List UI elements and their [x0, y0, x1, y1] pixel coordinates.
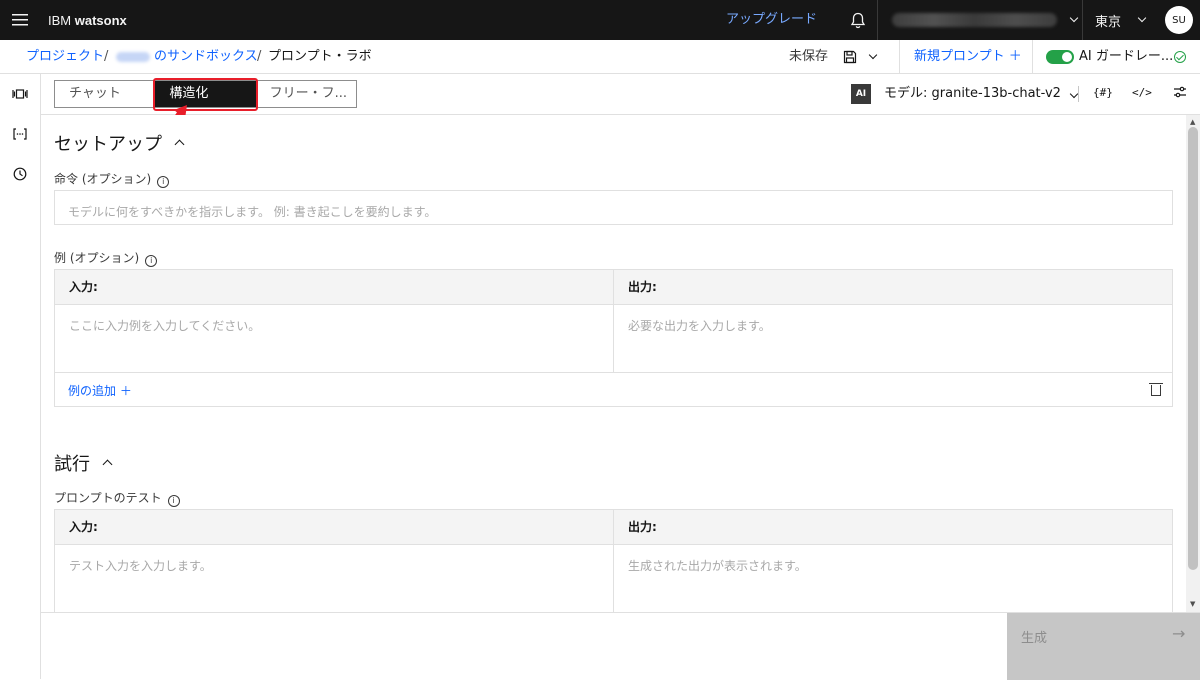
info-icon[interactable]: i	[157, 176, 170, 188]
info-icon[interactable]: i	[145, 255, 158, 267]
divider	[1078, 86, 1079, 102]
left-rail	[0, 74, 41, 679]
table-row: ここに入力例を入力してください。 必要な出力を入力します。	[55, 305, 1172, 373]
breadcrumb-current: プロンプト・ラボ	[268, 49, 372, 64]
brand-product: watsonx	[74, 12, 127, 28]
prompt-variables-icon[interactable]: {#}	[1093, 86, 1113, 99]
vertical-scrollbar[interactable]: ▲ ▼	[1186, 115, 1200, 612]
avatar[interactable]: SU	[1165, 6, 1193, 34]
chevron-down-icon	[1069, 13, 1079, 23]
top-navigation-bar: IBM watsonx アップグレード 東京 SU	[0, 0, 1200, 40]
info-icon[interactable]: i	[167, 495, 180, 507]
save-icon[interactable]	[843, 50, 857, 68]
test-label: プロンプトのテスト	[54, 491, 162, 505]
table-row: テスト入力を入力します。 生成された出力が表示されます。	[55, 545, 1172, 612]
instruction-label: 命令 (オプション)	[54, 172, 152, 186]
trash-icon[interactable]	[1149, 383, 1163, 396]
breadcrumb-sandbox-label: のサンドボックス	[154, 49, 258, 64]
account-switcher[interactable]	[877, 0, 1082, 40]
chevron-up-icon	[174, 139, 185, 149]
generate-button[interactable]: 生成 →	[1007, 613, 1200, 680]
input-column-header: 入力:	[69, 520, 98, 534]
history-icon[interactable]	[10, 164, 30, 184]
brand-ibm: IBM	[48, 12, 72, 28]
checkmark-icon	[1174, 51, 1186, 63]
chevron-down-icon[interactable]	[868, 50, 878, 60]
add-example-button[interactable]: 例の追加 ＋	[68, 382, 132, 399]
instruction-field[interactable]: モデルに何をすべきかを指示します。 例: 書き起こしを要約します。	[54, 190, 1173, 225]
test-label-row: プロンプトのテスト i	[54, 489, 180, 507]
example-output-field[interactable]: 必要な出力を入力します。	[613, 305, 1172, 372]
menu-icon[interactable]	[0, 0, 40, 40]
notification-icon[interactable]	[840, 0, 876, 40]
instruction-label-row: 命令 (オプション) i	[54, 170, 170, 188]
instruction-placeholder: モデルに何をすべきかを指示します。 例: 書き起こしを要約します。	[68, 205, 437, 219]
footer-bar: 生成 →	[41, 612, 1200, 680]
new-prompt-button[interactable]: 新規プロンプト ＋	[914, 40, 1022, 74]
test-output-field: 生成された出力が表示されます。	[613, 545, 1172, 612]
output-column-header: 出力:	[613, 270, 1172, 304]
trial-section-header[interactable]: 試行	[54, 450, 113, 476]
arrow-right-icon: →	[1172, 624, 1186, 643]
divider	[899, 40, 900, 74]
divider	[1032, 40, 1033, 74]
examples-label-row: 例 (オプション) i	[54, 249, 158, 267]
tab-chat[interactable]: チャット	[55, 81, 155, 107]
trial-title: 試行	[54, 454, 90, 475]
view-code-icon[interactable]: </>	[1132, 86, 1152, 99]
model-parameters-icon[interactable]	[1173, 86, 1187, 101]
model-selector[interactable]: モデル: granite-13b-chat-v2	[884, 74, 1079, 114]
variables-icon[interactable]	[10, 124, 30, 144]
main-content: セットアップ 命令 (オプション) i モデルに何をすべきかを指示します。 例: …	[41, 115, 1186, 612]
breadcrumb-projects[interactable]: プロジェクト	[26, 40, 104, 74]
setup-section-header[interactable]: セットアップ	[54, 130, 185, 156]
app-brand[interactable]: IBM watsonx	[48, 13, 127, 28]
chevron-down-icon	[1069, 89, 1079, 99]
test-input-field[interactable]: テスト入力を入力します。	[55, 545, 613, 612]
breadcrumb-sandbox[interactable]: のサンドボックス	[116, 40, 258, 74]
region-selector[interactable]: 東京	[1082, 0, 1160, 40]
chevron-down-icon	[1137, 13, 1147, 23]
scroll-down-icon[interactable]: ▼	[1190, 600, 1195, 608]
ai-model-icon: AI	[851, 84, 871, 104]
generate-label: 生成	[1021, 631, 1048, 646]
breadcrumb-bar: プロジェクト / のサンドボックス / プロンプト・ラボ 未保存 新規プロンプト…	[0, 40, 1200, 74]
account-name-redacted	[892, 13, 1057, 27]
scrollbar-thumb[interactable]	[1188, 127, 1198, 570]
chevron-up-icon	[102, 459, 113, 469]
setup-title: セットアップ	[54, 134, 162, 155]
save-status: 未保存	[789, 49, 829, 64]
examples-table-header: 入力: 出力:	[55, 270, 1172, 305]
upgrade-link[interactable]: アップグレード	[726, 0, 817, 40]
output-column-header: 出力:	[613, 510, 1172, 544]
project-owner-redacted	[116, 51, 150, 62]
test-table-header: 入力: 出力:	[55, 510, 1172, 545]
scroll-up-icon[interactable]: ▲	[1190, 118, 1195, 126]
region-label: 東京	[1095, 14, 1122, 30]
examples-label: 例 (オプション)	[54, 251, 140, 265]
breadcrumb-separator: /	[257, 49, 262, 64]
breadcrumb-separator: /	[104, 49, 109, 64]
prompt-library-icon[interactable]	[10, 84, 30, 104]
example-input-field[interactable]: ここに入力例を入力してください。	[55, 305, 613, 372]
ai-guardrails-label: AI ガードレー...	[1079, 49, 1174, 64]
model-label: モデル: granite-13b-chat-v2	[884, 86, 1061, 101]
tab-freeform[interactable]: フリー・フ...	[256, 81, 356, 107]
ai-guardrails-toggle[interactable]	[1046, 50, 1074, 64]
input-column-header: 入力:	[69, 280, 98, 294]
examples-table: 入力: 出力: ここに入力例を入力してください。 必要な出力を入力します。	[54, 269, 1173, 407]
test-table: 入力: 出力: テスト入力を入力します。 生成された出力が表示されます。	[54, 509, 1173, 612]
